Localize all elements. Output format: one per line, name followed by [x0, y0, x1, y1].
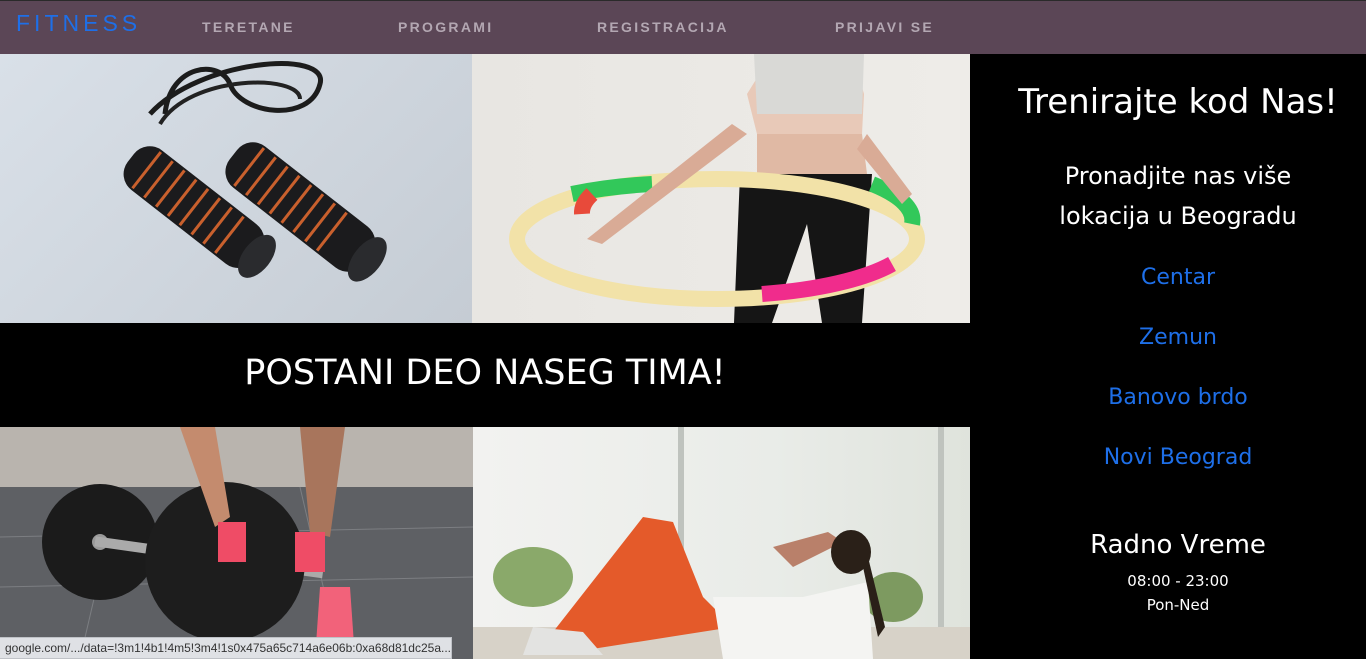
panel-subtitle-line2: lokacija u Beogradu — [1059, 202, 1297, 230]
location-link-banovo-brdo[interactable]: Banovo brdo — [970, 385, 1366, 410]
nav-link-programi[interactable]: PROGRAMI — [398, 19, 493, 35]
jump-rope-photo — [0, 54, 472, 323]
panel-subtitle-line1: Pronadjite nas više — [1064, 162, 1292, 190]
hours-time: 08:00 - 23:00 — [1127, 572, 1229, 590]
banner-heading: POSTANI DEO NASEG TIMA! — [244, 353, 726, 393]
status-bar-url: google.com/.../data=!3m1!4b1!4m5!3m4!1s0… — [0, 637, 452, 659]
panel-subtitle: Pronadjite nas više lokacija u Beogradu — [970, 156, 1366, 236]
hours-days: Pon-Ned — [1146, 596, 1210, 614]
nav-link-registracija[interactable]: REGISTRACIJA — [597, 19, 729, 35]
locations-panel: Trenirajte kod Nas! Pronadjite nas više … — [970, 54, 1366, 659]
situp-photo — [473, 427, 970, 659]
location-link-zemun[interactable]: Zemun — [970, 325, 1366, 350]
nav-link-teretane[interactable]: TERETANE — [202, 19, 295, 35]
nav-link-prijavi-se[interactable]: PRIJAVI SE — [835, 19, 934, 35]
hero-banner: POSTANI DEO NASEG TIMA! — [0, 323, 970, 427]
hours-heading: Radno Vreme — [1090, 530, 1266, 560]
navbar: FITNESS TERETANE PROGRAMI REGISTRACIJA P… — [0, 0, 1366, 54]
location-link-centar[interactable]: Centar — [970, 265, 1366, 290]
hula-hoop-photo — [472, 54, 970, 323]
panel-title: Trenirajte kod Nas! — [1018, 82, 1338, 122]
barbell-photo — [0, 427, 473, 659]
brand-logo[interactable]: FITNESS — [16, 10, 141, 37]
location-link-novi-beograd[interactable]: Novi Beograd — [970, 445, 1366, 470]
